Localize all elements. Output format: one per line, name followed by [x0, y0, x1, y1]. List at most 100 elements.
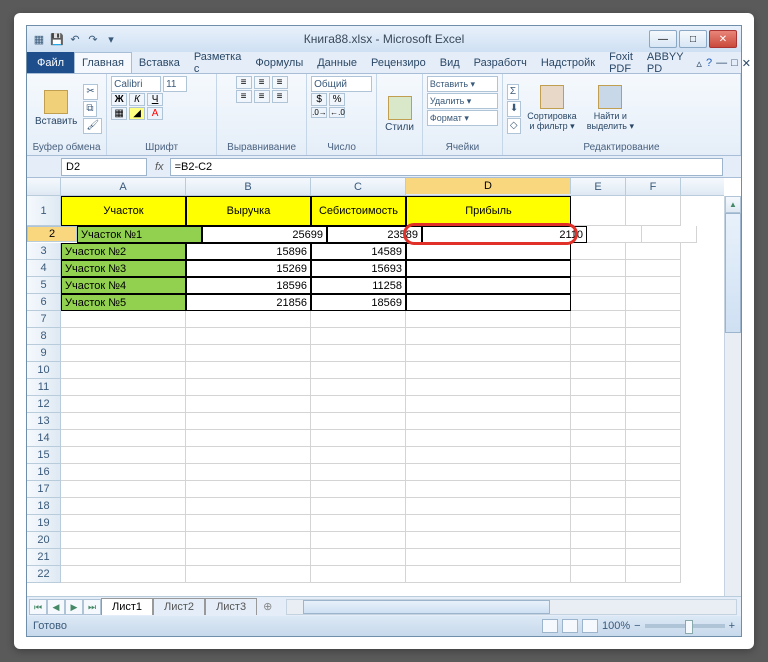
row-header-2[interactable]: 2 — [27, 226, 77, 242]
cell-A3[interactable]: Участок №2 — [61, 243, 186, 260]
name-box[interactable]: D2 — [61, 158, 147, 176]
cell-C4[interactable]: 15693 — [311, 260, 406, 277]
row-header-12[interactable]: 12 — [27, 396, 61, 413]
cell-D22[interactable] — [406, 566, 571, 583]
cell-E7[interactable] — [571, 311, 626, 328]
format-cells[interactable]: Формат ▾ — [427, 110, 498, 126]
percent-icon[interactable]: % — [329, 93, 345, 106]
cell-C18[interactable] — [311, 498, 406, 515]
cell-F9[interactable] — [626, 345, 681, 362]
cell-A7[interactable] — [61, 311, 186, 328]
cell-A20[interactable] — [61, 532, 186, 549]
tab-review[interactable]: Рецензиро — [364, 52, 433, 73]
close-button[interactable]: ✕ — [709, 30, 737, 48]
row-header-15[interactable]: 15 — [27, 447, 61, 464]
save-icon[interactable]: 💾 — [49, 31, 65, 47]
cell-C12[interactable] — [311, 396, 406, 413]
align-left-icon[interactable]: ≡ — [236, 90, 252, 103]
cell-D19[interactable] — [406, 515, 571, 532]
italic-button[interactable]: К — [129, 93, 145, 106]
sheet-nav-last[interactable]: ⏭ — [83, 599, 101, 615]
row-header-9[interactable]: 9 — [27, 345, 61, 362]
align-mid-icon[interactable]: ≡ — [254, 76, 270, 89]
cell-E10[interactable] — [571, 362, 626, 379]
underline-button[interactable]: Ч — [147, 93, 163, 106]
cell-D16[interactable] — [406, 464, 571, 481]
cell-D1[interactable]: Прибыль — [406, 196, 571, 226]
row-header-22[interactable]: 22 — [27, 566, 61, 583]
cell-A17[interactable] — [61, 481, 186, 498]
cell-E2[interactable] — [587, 226, 642, 243]
fill-icon[interactable]: ⬇ — [507, 101, 521, 117]
align-right-icon[interactable]: ≡ — [272, 90, 288, 103]
sheet-tab-2[interactable]: Лист2 — [153, 598, 205, 615]
zoom-in-icon[interactable]: + — [729, 620, 735, 632]
cell-D10[interactable] — [406, 362, 571, 379]
cell-C20[interactable] — [311, 532, 406, 549]
cell-F17[interactable] — [626, 481, 681, 498]
cell-E11[interactable] — [571, 379, 626, 396]
cell-B13[interactable] — [186, 413, 311, 430]
row-header-21[interactable]: 21 — [27, 549, 61, 566]
cell-D12[interactable] — [406, 396, 571, 413]
cell-D18[interactable] — [406, 498, 571, 515]
copy-icon[interactable]: ⧉ — [83, 101, 96, 117]
delete-cells[interactable]: Удалить ▾ — [427, 93, 498, 109]
number-format[interactable]: Общий — [311, 76, 372, 92]
tab-insert[interactable]: Вставка — [132, 52, 187, 73]
file-tab[interactable]: Файл — [27, 52, 74, 73]
cell-C3[interactable]: 14589 — [311, 243, 406, 260]
cell-B18[interactable] — [186, 498, 311, 515]
row-header-19[interactable]: 19 — [27, 515, 61, 532]
row-header-10[interactable]: 10 — [27, 362, 61, 379]
cell-E17[interactable] — [571, 481, 626, 498]
row-header-18[interactable]: 18 — [27, 498, 61, 515]
tab-abbyy[interactable]: ABBYY PD — [640, 52, 691, 73]
cell-C1[interactable]: Себистоимость — [311, 196, 406, 226]
qat-more-icon[interactable]: ▾ — [103, 31, 119, 47]
cell-F10[interactable] — [626, 362, 681, 379]
cell-B2[interactable]: 25699 — [202, 226, 327, 243]
cell-B12[interactable] — [186, 396, 311, 413]
inc-decimal-icon[interactable]: .0→ — [311, 107, 327, 118]
ribbon-minimize-icon[interactable]: ▵ — [696, 57, 702, 70]
fx-icon[interactable]: fx — [149, 161, 170, 173]
cell-A8[interactable] — [61, 328, 186, 345]
cell-D13[interactable] — [406, 413, 571, 430]
cell-F2[interactable] — [642, 226, 697, 243]
row-header-3[interactable]: 3 — [27, 243, 61, 260]
row-header-13[interactable]: 13 — [27, 413, 61, 430]
cell-E16[interactable] — [571, 464, 626, 481]
cell-C11[interactable] — [311, 379, 406, 396]
zoom-slider[interactable] — [645, 624, 725, 628]
cell-B17[interactable] — [186, 481, 311, 498]
cell-F12[interactable] — [626, 396, 681, 413]
cell-C19[interactable] — [311, 515, 406, 532]
find-select-button[interactable]: Найти и выделить ▾ — [583, 83, 638, 134]
cell-E3[interactable] — [571, 243, 626, 260]
row-header-7[interactable]: 7 — [27, 311, 61, 328]
cell-F11[interactable] — [626, 379, 681, 396]
clear-icon[interactable]: ◇ — [507, 118, 521, 134]
cell-C22[interactable] — [311, 566, 406, 583]
cell-A19[interactable] — [61, 515, 186, 532]
cell-A11[interactable] — [61, 379, 186, 396]
align-top-icon[interactable]: ≡ — [236, 76, 252, 89]
cell-B8[interactable] — [186, 328, 311, 345]
cell-B11[interactable] — [186, 379, 311, 396]
cell-E8[interactable] — [571, 328, 626, 345]
cell-F14[interactable] — [626, 430, 681, 447]
row-header-1[interactable]: 1 — [27, 196, 61, 226]
cell-C9[interactable] — [311, 345, 406, 362]
zoom-out-icon[interactable]: − — [634, 620, 640, 632]
border-button[interactable]: ▦ — [111, 107, 127, 120]
select-all-corner[interactable] — [27, 178, 61, 195]
tab-addins[interactable]: Надстройк — [534, 52, 602, 73]
cell-F7[interactable] — [626, 311, 681, 328]
cell-F19[interactable] — [626, 515, 681, 532]
styles-button[interactable]: Стили — [381, 94, 418, 135]
cell-D6[interactable] — [406, 294, 571, 311]
cell-D17[interactable] — [406, 481, 571, 498]
cell-B3[interactable]: 15896 — [186, 243, 311, 260]
tab-data[interactable]: Данные — [310, 52, 364, 73]
